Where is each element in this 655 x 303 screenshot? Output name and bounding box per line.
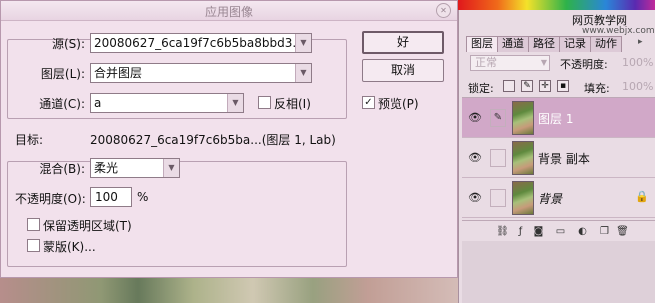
preserve-transparency-checkbox[interactable] xyxy=(27,218,40,231)
adjustment-layer-icon[interactable]: ◐ xyxy=(576,225,589,238)
layer-select[interactable]: 合并图层 ▼ xyxy=(90,63,312,83)
apply-image-dialog: 应用图像 ✕ 源(S): 20080627_6ca19f7c6b5ba8bbd3… xyxy=(0,0,458,278)
dialog-titlebar: 应用图像 ✕ xyxy=(1,1,457,21)
lock-icon: 🔒 xyxy=(635,190,649,203)
layer-label: 图层(L): xyxy=(40,67,85,81)
chevron-down-icon: ▼ xyxy=(227,94,243,112)
tab-layers[interactable]: 图层 xyxy=(466,36,498,52)
layer-blend-mode-value: 正常 xyxy=(475,56,497,69)
layer-value: 合并图层 xyxy=(94,66,143,80)
source-value: 20080627_6ca19f7c6b5ba8bbd3... xyxy=(94,36,304,50)
layer-blend-mode-select[interactable]: 正常 ▼ xyxy=(470,55,550,71)
canvas-overlay xyxy=(0,276,460,303)
source-label: 源(S): xyxy=(51,37,85,51)
layers-panel-footer: ⛓ ƒ ◙ ▭ ◐ ❐ 🗑 xyxy=(462,220,655,240)
chevron-down-icon: ▼ xyxy=(163,159,179,177)
opacity-unit: % xyxy=(137,190,149,204)
layer-thumbnail xyxy=(512,141,534,175)
cancel-button[interactable]: 取消 xyxy=(362,59,444,82)
invert-label: 反相(I) xyxy=(274,97,311,111)
channel-value: a xyxy=(94,96,102,110)
chevron-down-icon: ▼ xyxy=(295,34,311,52)
layer-row[interactable]: 👁 背景 副本 xyxy=(462,138,655,178)
link-box[interactable] xyxy=(490,149,506,167)
panel-tabs: 图层 通道 路径 记录 动作 xyxy=(466,36,622,52)
lock-pixels-icon[interactable]: ✎ xyxy=(521,80,533,92)
layer-thumbnail xyxy=(512,181,534,215)
preview-checkbox[interactable]: ✓ xyxy=(362,96,375,109)
layer-opacity-label: 不透明度: xyxy=(560,58,608,71)
channel-label: 通道(C): xyxy=(39,97,85,111)
link-box[interactable] xyxy=(490,189,506,207)
lock-transparency-icon[interactable] xyxy=(503,80,515,92)
chevron-down-icon: ▼ xyxy=(540,58,547,67)
target-label: 目标: xyxy=(15,133,44,147)
invert-checkbox[interactable] xyxy=(258,96,271,109)
lock-all-icon[interactable]: ▪ xyxy=(557,80,569,92)
tab-channels[interactable]: 通道 xyxy=(497,36,529,52)
layer-style-icon[interactable]: ƒ xyxy=(514,225,527,238)
new-layer-icon[interactable]: ❐ xyxy=(598,225,611,238)
eye-icon[interactable]: 👁 xyxy=(466,109,484,127)
preview-label: 预览(P) xyxy=(378,97,419,111)
tab-actions[interactable]: 动作 xyxy=(590,36,622,52)
lock-position-icon[interactable]: ✛ xyxy=(539,80,551,92)
layer-name: 图层 1 xyxy=(538,112,574,126)
delete-layer-icon[interactable]: 🗑 xyxy=(616,225,629,238)
layer-name: 背景 xyxy=(538,192,563,206)
preserve-transparency-label: 保留透明区域(T) xyxy=(43,219,132,233)
watermark-url: www.webjx.com xyxy=(582,26,655,36)
eye-icon[interactable]: 👁 xyxy=(466,149,484,167)
layer-row[interactable]: 👁 背景 🔒 xyxy=(462,178,655,218)
link-layers-icon[interactable]: ⛓ xyxy=(496,225,509,238)
new-group-icon[interactable]: ▭ xyxy=(554,225,567,238)
brush-icon: ✎ xyxy=(490,109,506,127)
layer-mask-icon[interactable]: ◙ xyxy=(532,225,545,238)
layer-opacity-value[interactable]: 100% xyxy=(622,56,653,69)
tab-history[interactable]: 记录 xyxy=(559,36,591,52)
layer-row[interactable]: 👁 ✎ 图层 1 xyxy=(462,98,655,138)
panel-empty-area xyxy=(462,241,655,303)
close-icon[interactable]: ✕ xyxy=(436,3,451,18)
opacity-label: 不透明度(O): xyxy=(15,192,86,206)
panel-menu-icon[interactable]: ▸ xyxy=(638,37,643,47)
fill-label: 填充: xyxy=(584,82,610,95)
fill-value[interactable]: 100% xyxy=(622,80,653,93)
color-swatch-strip xyxy=(458,0,655,10)
channel-select[interactable]: a ▼ xyxy=(90,93,244,113)
layer-name: 背景 副本 xyxy=(538,152,590,166)
lock-label: 锁定: xyxy=(468,82,494,95)
blend-label: 混合(B): xyxy=(39,162,85,176)
dialog-title: 应用图像 xyxy=(204,5,253,19)
layers-list: 👁 ✎ 图层 1 👁 背景 副本 👁 背景 🔒 xyxy=(462,97,655,218)
ok-button[interactable]: 好 xyxy=(362,31,444,54)
layer-thumbnail xyxy=(512,101,534,135)
tab-paths[interactable]: 路径 xyxy=(528,36,560,52)
source-select[interactable]: 20080627_6ca19f7c6b5ba8bbd3... ▼ xyxy=(90,33,312,53)
blend-select[interactable]: 柔光 ▼ xyxy=(90,158,180,178)
target-value: 20080627_6ca19f7c6b5ba...(图层 1, Lab) xyxy=(90,133,336,147)
mask-label: 蒙版(K)... xyxy=(43,240,96,254)
mask-checkbox[interactable] xyxy=(27,239,40,252)
eye-icon[interactable]: 👁 xyxy=(466,189,484,207)
chevron-down-icon: ▼ xyxy=(295,64,311,82)
opacity-input[interactable]: 100 xyxy=(90,187,132,207)
